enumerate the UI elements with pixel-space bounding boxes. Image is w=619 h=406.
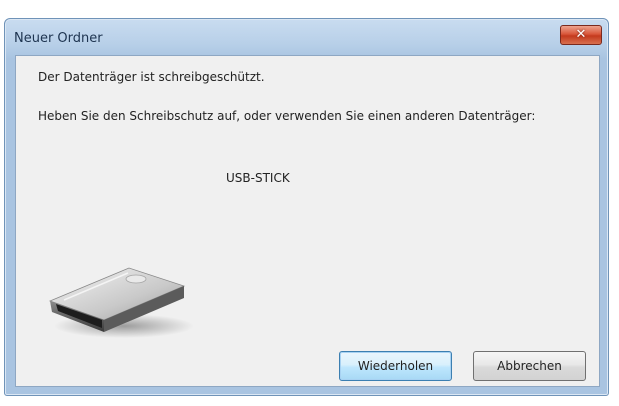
title-bar[interactable]: Neuer Ordner ✕ <box>5 19 608 57</box>
device-name: USB-STICK <box>226 171 290 185</box>
window-title: Neuer Ordner <box>14 31 103 46</box>
close-button[interactable]: ✕ <box>560 25 602 45</box>
removable-drive-icon <box>48 267 194 338</box>
dialog-content: Der Datenträger ist schreibgeschützt. He… <box>15 55 600 387</box>
dialog-window: Neuer Ordner ✕ Der Datenträger ist schre… <box>4 18 609 396</box>
message-secondary: Heben Sie den Schreibschutz auf, oder ve… <box>38 109 536 123</box>
retry-button[interactable]: Wiederholen <box>339 351 452 381</box>
message-primary: Der Datenträger ist schreibgeschützt. <box>38 70 265 84</box>
close-icon: ✕ <box>575 27 587 42</box>
cancel-button[interactable]: Abbrechen <box>473 351 586 381</box>
